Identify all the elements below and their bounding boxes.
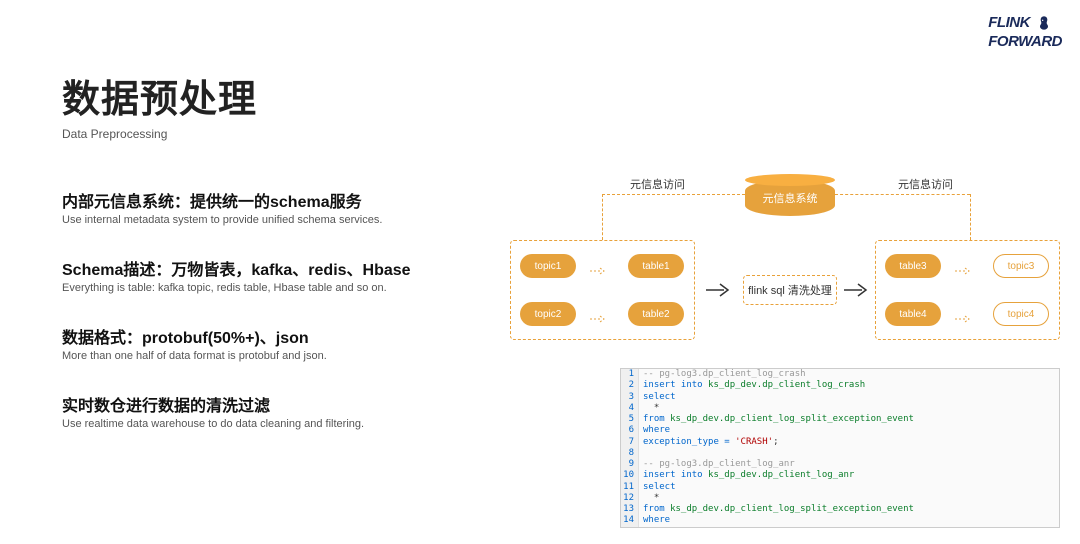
slide-title-block: 数据预处理 Data Preprocessing bbox=[62, 68, 257, 141]
arrow-icon bbox=[590, 310, 608, 318]
code-line: 6where bbox=[621, 425, 1059, 436]
table-node: table2 bbox=[628, 302, 684, 326]
code-line: 4 * bbox=[621, 403, 1059, 414]
bullet-item: 实时数仓进行数据的清洗过滤 Use realtime data warehous… bbox=[62, 392, 492, 430]
bullet-item: 数据格式：protobuf(50%+)、json More than one h… bbox=[62, 324, 492, 362]
arrow-icon bbox=[590, 262, 608, 270]
sql-code-block: 1-- pg-log3.dp_client_log_crash2insert i… bbox=[620, 368, 1060, 528]
arrow-icon bbox=[955, 262, 973, 270]
bullet-sub: Use realtime data warehouse to do data c… bbox=[62, 418, 492, 430]
bullet-sub: More than one half of data format is pro… bbox=[62, 350, 492, 362]
flow-arrow-icon bbox=[844, 282, 872, 298]
topic-node: topic2 bbox=[520, 302, 576, 326]
meta-system-cylinder: 元信息系统 bbox=[745, 180, 835, 216]
bullet-heading: 数据格式：protobuf(50%+)、json bbox=[62, 324, 492, 348]
bullet-heading: 内部元信息系统：提供统一的schema服务 bbox=[62, 188, 492, 212]
meta-system-label: 元信息系统 bbox=[763, 190, 818, 206]
connector-line bbox=[970, 194, 971, 240]
topic-node: topic3 bbox=[993, 254, 1049, 278]
bullet-item: 内部元信息系统：提供统一的schema服务 Use internal metad… bbox=[62, 188, 492, 226]
flow-diagram: 元信息访问 元信息访问 元信息系统 flink sql 清洗处理 topic1 … bbox=[510, 162, 1060, 362]
meta-access-label-left: 元信息访问 bbox=[630, 176, 685, 192]
code-line: 8 bbox=[621, 448, 1059, 459]
table-node: table1 bbox=[628, 254, 684, 278]
connector-line bbox=[835, 194, 970, 195]
table-node: table4 bbox=[885, 302, 941, 326]
code-line: 15exception_type = 'ANR'; bbox=[621, 527, 1059, 529]
slide-subtitle: Data Preprocessing bbox=[62, 127, 257, 141]
code-line: 9-- pg-log3.dp_client_log_anr bbox=[621, 459, 1059, 470]
code-line: 5from ks_dp_dev.dp_client_log_split_exce… bbox=[621, 414, 1059, 425]
meta-access-label-right: 元信息访问 bbox=[898, 176, 953, 192]
code-line: 7exception_type = 'CRASH'; bbox=[621, 437, 1059, 448]
arrow-icon bbox=[955, 310, 973, 318]
bullet-item: Schema描述：万物皆表，kafka、redis、Hbase Everythi… bbox=[62, 256, 492, 294]
code-line: 11select bbox=[621, 482, 1059, 493]
code-line: 13from ks_dp_dev.dp_client_log_split_exc… bbox=[621, 504, 1059, 515]
code-line: 3select bbox=[621, 392, 1059, 403]
topic-node: topic1 bbox=[520, 254, 576, 278]
slide-title: 数据预处理 bbox=[62, 68, 257, 123]
bullet-heading: Schema描述：万物皆表，kafka、redis、Hbase bbox=[62, 256, 492, 280]
bullet-sub: Everything is table: kafka topic, redis … bbox=[62, 282, 492, 294]
squirrel-icon bbox=[1036, 15, 1052, 34]
code-line: 1-- pg-log3.dp_client_log_crash bbox=[621, 369, 1059, 380]
connector-line bbox=[602, 194, 603, 240]
logo-line1: FLINK bbox=[988, 14, 1030, 31]
bullet-heading: 实时数仓进行数据的清洗过滤 bbox=[62, 392, 492, 416]
bullet-list: 内部元信息系统：提供统一的schema服务 Use internal metad… bbox=[62, 188, 492, 460]
code-line: 14where bbox=[621, 515, 1059, 526]
flink-forward-logo: FLINK FORWARD bbox=[988, 15, 1062, 49]
flink-process-box: flink sql 清洗处理 bbox=[743, 275, 837, 305]
logo-line2: FORWARD bbox=[988, 33, 1062, 50]
topic-node: topic4 bbox=[993, 302, 1049, 326]
code-line: 10insert into ks_dp_dev.dp_client_log_an… bbox=[621, 470, 1059, 481]
flow-arrow-icon bbox=[706, 282, 734, 298]
bullet-sub: Use internal metadata system to provide … bbox=[62, 214, 492, 226]
table-node: table3 bbox=[885, 254, 941, 278]
code-line: 2insert into ks_dp_dev.dp_client_log_cra… bbox=[621, 380, 1059, 391]
code-line: 12 * bbox=[621, 493, 1059, 504]
flink-process-label: flink sql 清洗处理 bbox=[748, 282, 832, 298]
connector-line bbox=[602, 194, 745, 195]
